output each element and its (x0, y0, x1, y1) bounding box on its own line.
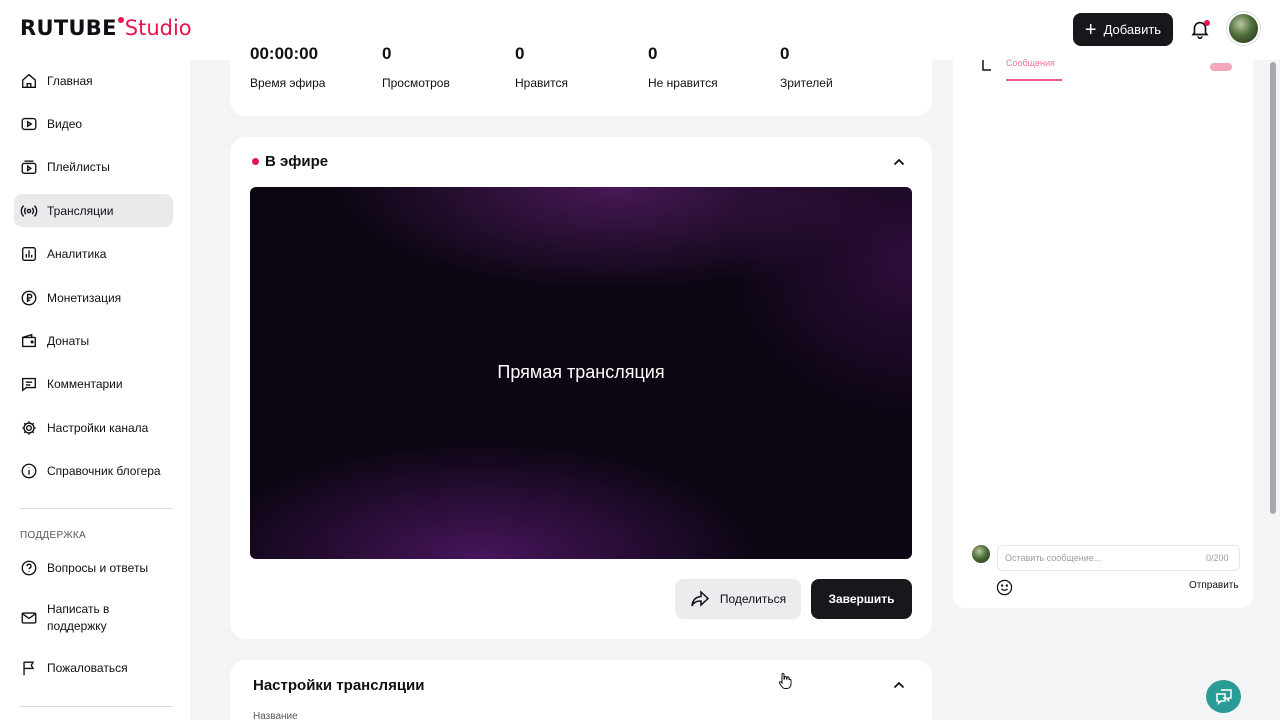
page-scrollbar[interactable] (1270, 62, 1276, 514)
sidebar-divider (20, 508, 173, 509)
user-avatar[interactable] (1227, 12, 1260, 45)
chat-char-counter: 0/200 (1206, 553, 1229, 563)
sidebar-item-label: Монетизация (47, 290, 122, 305)
sidebar-item-label: Написать в поддержку (47, 602, 110, 633)
info-icon (21, 463, 37, 478)
chat-message-input[interactable]: Оставить сообщение... (997, 545, 1240, 571)
chat-messages-tab[interactable]: Сообщения (1006, 58, 1055, 70)
emoji-icon[interactable] (996, 579, 1013, 596)
stat-viewers-value: 0 (780, 44, 790, 63)
sidebar-item-label: Главная (47, 73, 93, 88)
sidebar-item-label: Справочник блогера (47, 463, 161, 478)
chat-panel: Сообщения Оставить сообщение... 0/200 От… (953, 58, 1253, 608)
sidebar-item-contact-support[interactable]: Написать в поддержку (14, 598, 173, 638)
chevron-up-icon[interactable] (892, 678, 906, 692)
logo-main-text: RUTUBE (20, 16, 117, 40)
stat-views-label: Просмотров (382, 76, 450, 90)
chat-tab-icon[interactable] (980, 60, 994, 74)
help-chat-button[interactable] (1206, 680, 1241, 713)
stat-duration-value: 00:00:00 (250, 44, 319, 63)
player-placeholder-text: Прямая трансляция (497, 362, 665, 382)
sidebar-item-comments[interactable]: Комментарии (14, 367, 173, 400)
share-icon (691, 590, 709, 607)
sidebar-item-monetization[interactable]: Монетизация (14, 281, 173, 314)
sidebar-item-label: Трансляции (47, 203, 114, 218)
sidebar-item-channel-settings[interactable]: Настройки канала (14, 411, 173, 444)
add-button[interactable]: + Добавить (1073, 13, 1173, 46)
stat-dislikes-value: 0 (648, 44, 658, 63)
chevron-up-icon[interactable] (892, 155, 906, 169)
sidebar-item-broadcasts[interactable]: Трансляции (14, 194, 173, 227)
plus-icon: + (1084, 18, 1097, 41)
wallet-icon (22, 333, 36, 347)
main-content: 00:00:00 Время эфира 0 Просмотров 0 Нрав… (190, 40, 950, 720)
sidebar-item-label: Настройки канала (47, 420, 149, 435)
share-button[interactable]: Поделиться (675, 579, 801, 619)
live-video-player[interactable]: Прямая трансляция (250, 187, 912, 559)
notification-dot (1204, 20, 1210, 26)
sidebar-divider (20, 706, 173, 707)
stat-views-value: 0 (382, 44, 392, 63)
live-section-title[interactable]: В эфире (252, 153, 328, 170)
sidebar-item-report[interactable]: Пожаловаться (14, 651, 173, 684)
stat-viewers-label: Зрителей (780, 76, 833, 90)
sidebar-item-donations[interactable]: Донаты (14, 324, 173, 357)
chat-user-avatar (972, 545, 990, 563)
stats-card: 00:00:00 Время эфира 0 Просмотров 0 Нрав… (230, 40, 932, 116)
logo-dot (117, 17, 124, 23)
sidebar-item-faq[interactable]: Вопросы и ответы (14, 551, 173, 584)
sidebar-item-video[interactable]: Видео (14, 107, 173, 140)
stat-likes-label: Нравится (515, 76, 568, 90)
rutube-studio-logo[interactable]: RUTUBE Studio (20, 16, 192, 44)
sidebar-item-blogger-guide[interactable]: Справочник блогера (14, 454, 173, 487)
question-icon (21, 560, 37, 575)
support-chat-icon (1215, 688, 1232, 705)
playlist-icon (21, 159, 37, 174)
sidebar-item-label: Комментарии (47, 376, 123, 391)
mail-icon (21, 612, 37, 624)
chat-toggle-switch[interactable] (1210, 63, 1232, 71)
name-field-label: Название (253, 711, 298, 720)
sidebar-item-home[interactable]: Главная (14, 64, 173, 97)
send-message-button[interactable]: Отправить (1189, 580, 1239, 591)
gear-icon (22, 420, 36, 435)
mouse-pointer-icon (778, 673, 792, 689)
sidebar: Главная Видео Плейлисты Трансляции Анали… (0, 60, 190, 720)
live-title-label: В эфире (265, 153, 329, 170)
add-button-label: Добавить (1103, 22, 1162, 37)
sidebar-item-label: Вопросы и ответы (47, 560, 149, 575)
sidebar-item-playlists[interactable]: Плейлисты (14, 150, 173, 183)
finish-button[interactable]: Завершить (811, 579, 912, 619)
sidebar-item-label: Пожаловаться (47, 660, 128, 675)
home-icon (22, 73, 36, 88)
sidebar-item-label: Видео (47, 116, 83, 131)
chat-tab-underline (1006, 79, 1062, 81)
analytics-icon (22, 246, 36, 261)
sidebar-item-label: Плейлисты (47, 159, 110, 174)
stat-duration-label: Время эфира (250, 76, 326, 90)
sidebar-item-label: Аналитика (47, 246, 107, 261)
ruble-icon (21, 290, 37, 305)
broadcast-icon (20, 204, 38, 217)
settings-title[interactable]: Настройки трансляции (253, 677, 425, 694)
flag-icon (23, 660, 35, 675)
stat-likes-value: 0 (515, 44, 525, 63)
logo-studio-text: Studio (124, 16, 192, 40)
sidebar-item-label: Донаты (47, 333, 90, 348)
live-indicator-dot (252, 158, 259, 165)
support-section-title: ПОДДЕРЖКА (20, 530, 86, 541)
share-button-label: Поделиться (719, 592, 787, 606)
comment-icon (22, 377, 36, 392)
stat-dislikes-label: Не нравится (648, 76, 718, 90)
sidebar-item-analytics[interactable]: Аналитика (14, 237, 173, 270)
video-icon (21, 117, 37, 130)
